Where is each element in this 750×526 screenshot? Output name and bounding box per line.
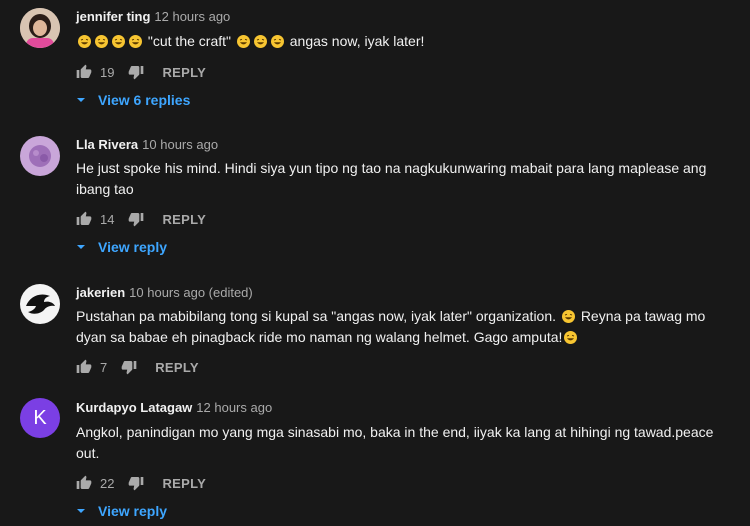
comment-text-part: "cut the craft" (147, 33, 231, 49)
avatar[interactable] (20, 284, 60, 324)
timestamp[interactable]: 12 hours ago (154, 9, 230, 24)
comment-actions: 22 REPLY (76, 471, 206, 495)
comment-header: jakerien 10 hours ago (edited) (76, 284, 253, 302)
laughing-emoji-icon (561, 310, 575, 323)
avatar[interactable]: K (20, 398, 60, 438)
thumbs-down-icon[interactable] (128, 64, 144, 80)
author-name[interactable]: Lla Rivera (76, 137, 138, 152)
comment-text: Angkol, panindigan mo yang mga sinasabi … (76, 424, 714, 461)
like-count: 19 (100, 64, 115, 80)
timestamp[interactable]: 10 hours ago (142, 137, 218, 152)
comment-header: Lla Rivera 10 hours ago (76, 136, 218, 154)
view-replies-button[interactable]: View reply (76, 236, 167, 258)
reply-button[interactable]: REPLY (162, 476, 206, 491)
avatar-photo-icon (20, 8, 60, 48)
reply-button[interactable]: REPLY (162, 212, 206, 227)
comment-text: He just spoke his mind. Hindi siya yun t… (76, 160, 707, 197)
author-name[interactable]: Kurdapyo Latagaw (76, 400, 192, 415)
timestamp[interactable]: 10 hours ago (edited) (129, 285, 253, 300)
avatar[interactable] (20, 136, 60, 176)
laughing-emoji-icon (129, 35, 142, 48)
laughing-emoji-icon (112, 35, 125, 48)
view-replies-label: View reply (98, 239, 168, 255)
laughing-emoji-icon (253, 35, 267, 48)
thumbs-down-icon[interactable] (121, 359, 137, 375)
comment-text-part: angas now, iyak later! (289, 33, 425, 49)
view-replies-label: View reply (98, 503, 168, 519)
like-count: 22 (100, 475, 115, 491)
reply-button[interactable]: REPLY (155, 360, 199, 375)
comment-actions: 14 REPLY (76, 207, 206, 231)
thumbs-up-icon[interactable] (76, 64, 92, 80)
timestamp[interactable]: 12 hours ago (196, 400, 272, 415)
laughing-emoji-icon (95, 35, 108, 48)
comment-header: jennifer ting 12 hours ago (76, 8, 230, 26)
laughing-emoji-icon (564, 331, 578, 344)
chevron-down-icon (76, 95, 86, 105)
view-replies-button[interactable]: View reply (76, 500, 167, 522)
comment-text: Pustahan pa mabibilang tong si kupal sa … (76, 306, 716, 348)
avatar-photo-icon (20, 136, 60, 176)
comment-text-part: Pustahan pa mabibilang tong si kupal sa … (76, 308, 557, 324)
laughing-emoji-icon (270, 35, 284, 48)
thumbs-up-icon[interactable] (76, 475, 92, 491)
reply-button[interactable]: REPLY (162, 65, 206, 80)
chevron-down-icon (76, 242, 86, 252)
laughing-emoji-icon (236, 35, 250, 48)
avatar[interactable] (20, 8, 60, 48)
comment-actions: 7 REPLY (76, 355, 199, 379)
thumbs-down-icon[interactable] (128, 211, 144, 227)
view-replies-label: View 6 replies (98, 92, 191, 108)
thumbs-up-icon[interactable] (76, 359, 92, 375)
author-name[interactable]: jakerien (76, 285, 125, 300)
like-count: 14 (100, 211, 115, 227)
comment-actions: 19 REPLY (76, 60, 206, 84)
view-replies-button[interactable]: View 6 replies (76, 89, 190, 111)
dragon-logo-icon (20, 284, 60, 324)
avatar-letter: K (33, 406, 47, 429)
laughing-emoji-icon (78, 35, 91, 48)
like-count: 7 (100, 359, 108, 375)
comment-text: "cut the craft" angas now, iyak later! (76, 31, 716, 52)
thumbs-down-icon[interactable] (128, 475, 144, 491)
author-name[interactable]: jennifer ting (76, 9, 150, 24)
thumbs-up-icon[interactable] (76, 211, 92, 227)
comment-header: Kurdapyo Latagaw 12 hours ago (76, 399, 272, 417)
chevron-down-icon (76, 506, 86, 516)
